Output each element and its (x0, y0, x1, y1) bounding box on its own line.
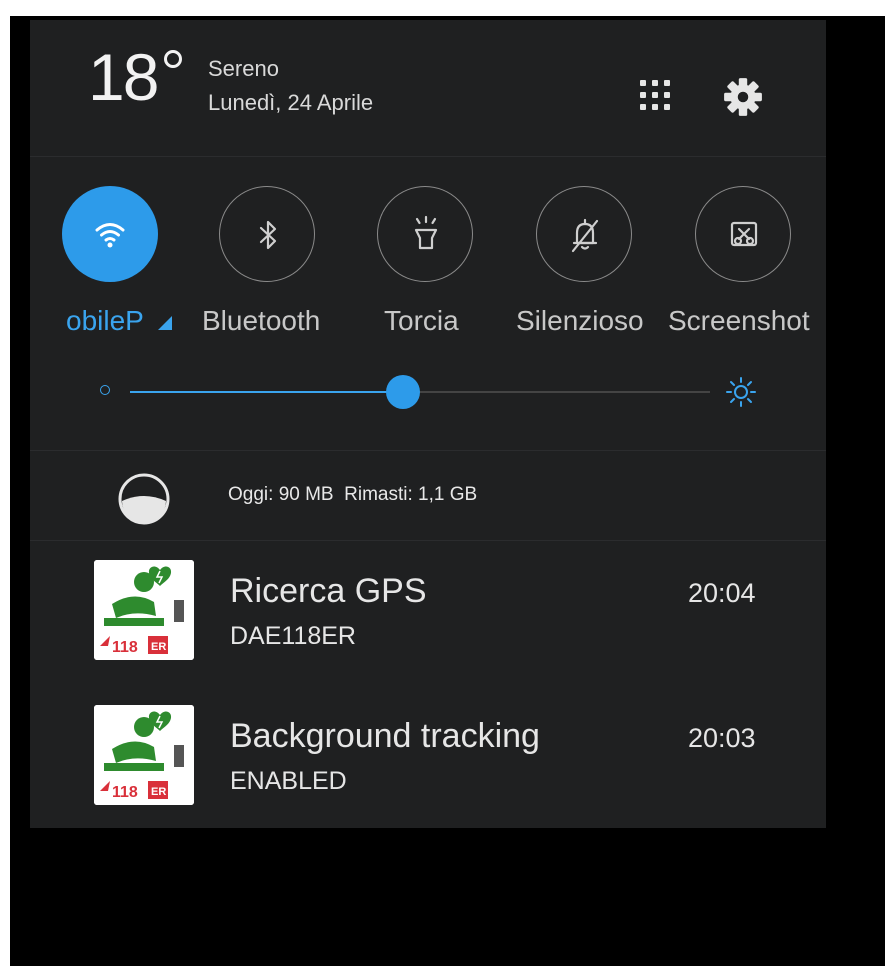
wifi-toggle[interactable] (62, 186, 158, 282)
brightness-high-icon (724, 375, 758, 409)
svg-text:ER: ER (151, 786, 166, 798)
temperature: 18 (88, 40, 159, 114)
slider-thumb[interactable] (385, 375, 420, 409)
wifi-icon (95, 223, 125, 248)
data-usage-icon (116, 471, 172, 527)
divider (30, 156, 826, 157)
app-logo: 118 ER (94, 560, 194, 660)
flashlight-icon (414, 215, 438, 250)
notification-time: 20:03 (688, 723, 756, 753)
data-usage-text: Oggi: 90 MB Rimasti: 1,1 GB (228, 484, 478, 505)
notification-shade: 18 Sereno Lunedì, 24 Aprile obileP Bluet… (30, 20, 826, 828)
screenshot-toggle[interactable] (695, 186, 791, 282)
flashlight-label: Torcia (384, 305, 459, 336)
bell-off-icon (571, 218, 599, 253)
slider-fill (130, 391, 403, 393)
flashlight-toggle[interactable] (377, 186, 473, 282)
notification-subtitle: ENABLED (230, 767, 347, 795)
divider (30, 540, 826, 541)
bluetooth-icon (259, 220, 277, 250)
screenshot-label: Screenshot (668, 305, 810, 336)
screenshot-icon (730, 221, 758, 247)
caret-icon[interactable] (158, 316, 172, 330)
silent-toggle[interactable] (536, 186, 632, 282)
app-logo: 118 ER (94, 705, 194, 805)
gear-icon[interactable] (722, 76, 764, 118)
apps-grid-icon[interactable] (636, 76, 676, 116)
brightness-low-icon (100, 385, 110, 395)
svg-text:ER: ER (151, 641, 166, 653)
notification-title: Ricerca GPS (230, 572, 427, 610)
degree-symbol (164, 50, 182, 68)
bluetooth-toggle[interactable] (219, 186, 315, 282)
notification-subtitle: DAE118ER (230, 622, 356, 650)
notification-title: Background tracking (230, 717, 540, 755)
bluetooth-label: Bluetooth (202, 305, 321, 336)
svg-text:118: 118 (112, 639, 138, 656)
notification-item[interactable]: 118 ER Background tracking ENABLED 20:03 (30, 705, 826, 825)
brightness-slider[interactable] (130, 375, 710, 409)
date-label: Lunedì, 24 Aprile (208, 90, 374, 115)
notification-item[interactable]: 118 ER Ricerca GPS DAE118ER 20:04 (30, 560, 826, 680)
wifi-label: obileP (66, 305, 144, 336)
silent-label: Silenzioso (516, 305, 644, 336)
notification-time: 20:04 (688, 578, 756, 608)
svg-text:118: 118 (112, 784, 138, 801)
weather-condition: Sereno (208, 56, 279, 81)
divider (30, 450, 826, 451)
